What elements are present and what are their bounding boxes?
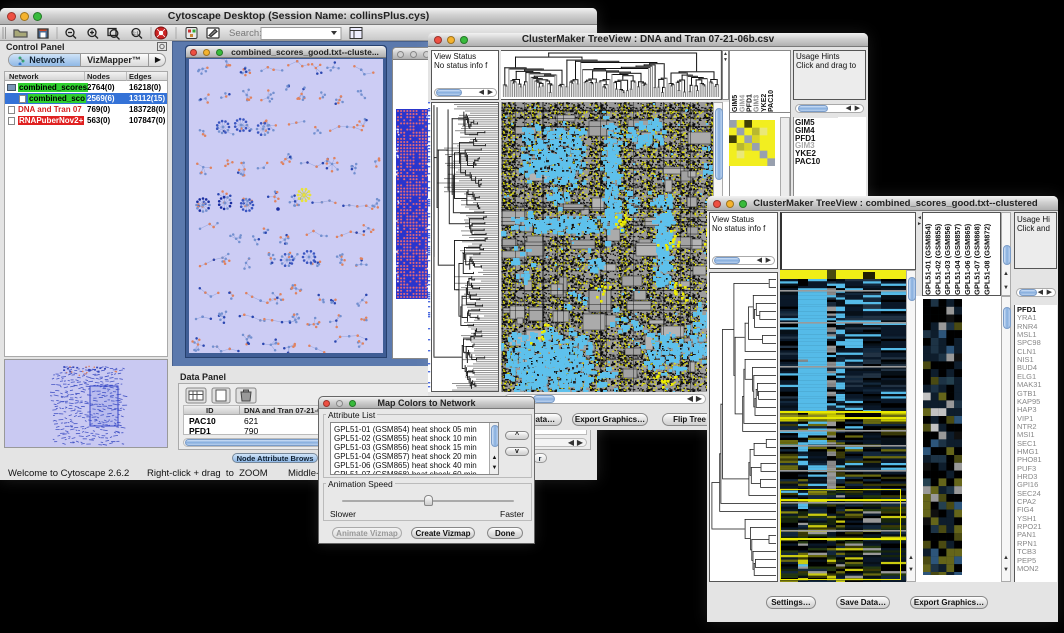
svg-text:GPL51-01 (GSM854): GPL51-01 (GSM854) [924, 223, 933, 295]
svg-text:Search:: Search: [229, 28, 262, 39]
svg-text:PFD1: PFD1 [747, 94, 754, 112]
svg-text:GPL51-06 (GSM865): GPL51-06 (GSM865) [963, 223, 972, 295]
svg-text:GIM5: GIM5 [732, 95, 739, 112]
svg-text:PAC10: PAC10 [768, 90, 775, 112]
svg-text:1:1: 1:1 [133, 31, 140, 36]
svg-text:YKE2: YKE2 [761, 94, 768, 112]
svg-text:GPL51-07 (GSM868): GPL51-07 (GSM868) [973, 223, 982, 295]
svg-text:GPL51-04 (GSM857): GPL51-04 (GSM857) [953, 223, 962, 295]
svg-text:GIM4: GIM4 [739, 95, 746, 112]
svg-text:GPL51-03 (GSM856): GPL51-03 (GSM856) [943, 223, 952, 295]
svg-text:GIM3: GIM3 [754, 95, 761, 112]
svg-text:GPL51-08 (GSM872): GPL51-08 (GSM872) [983, 223, 992, 295]
svg-text:GPL51-02 (GSM855): GPL51-02 (GSM855) [934, 223, 943, 295]
